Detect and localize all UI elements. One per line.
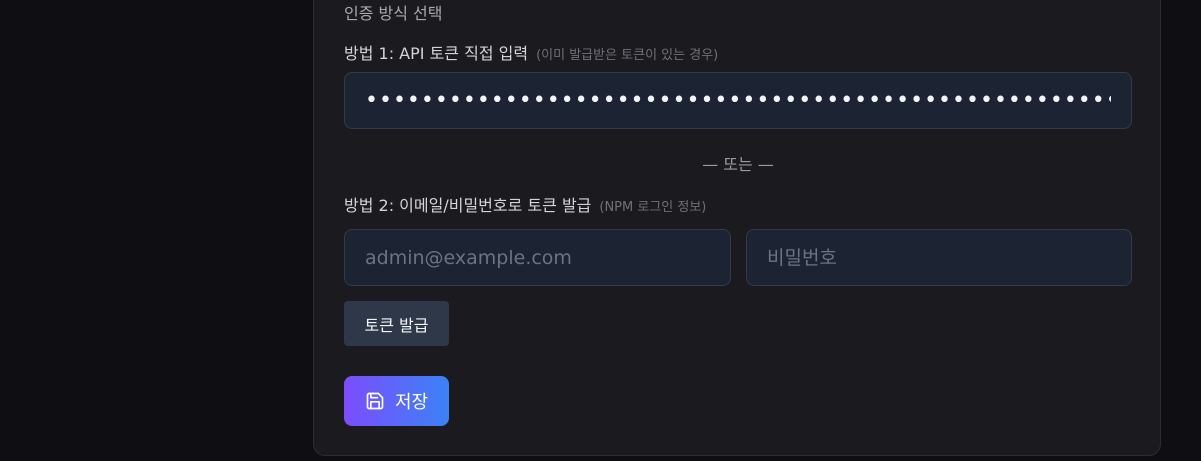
issue-token-label: 토큰 발급	[364, 315, 429, 335]
api-token-input[interactable]	[344, 72, 1132, 129]
method2-label-row: 방법 2: 이메일/비밀번호로 토큰 발급 (NPM 로그인 정보)	[344, 192, 706, 216]
method2-hint: (NPM 로그인 정보)	[599, 200, 707, 215]
method1-hint: (이미 발급받은 토큰이 있는 경우)	[536, 48, 719, 63]
floppy-disk-icon	[365, 391, 385, 411]
save-button[interactable]: 저장	[344, 376, 449, 426]
auth-section-title: 인증 방식 선택	[344, 4, 443, 23]
method2-label: 방법 2: 이메일/비밀번호로 토큰 발급	[344, 196, 592, 215]
password-input[interactable]	[746, 229, 1132, 286]
save-button-label: 저장	[394, 392, 429, 413]
email-input[interactable]	[344, 229, 731, 286]
issue-token-button[interactable]: 토큰 발급	[344, 301, 449, 346]
or-divider: — 또는 —	[702, 155, 774, 174]
method1-label-row: 방법 1: API 토큰 직접 입력 (이미 발급받은 토큰이 있는 경우)	[344, 40, 718, 64]
method1-label: 방법 1: API 토큰 직접 입력	[344, 44, 529, 63]
